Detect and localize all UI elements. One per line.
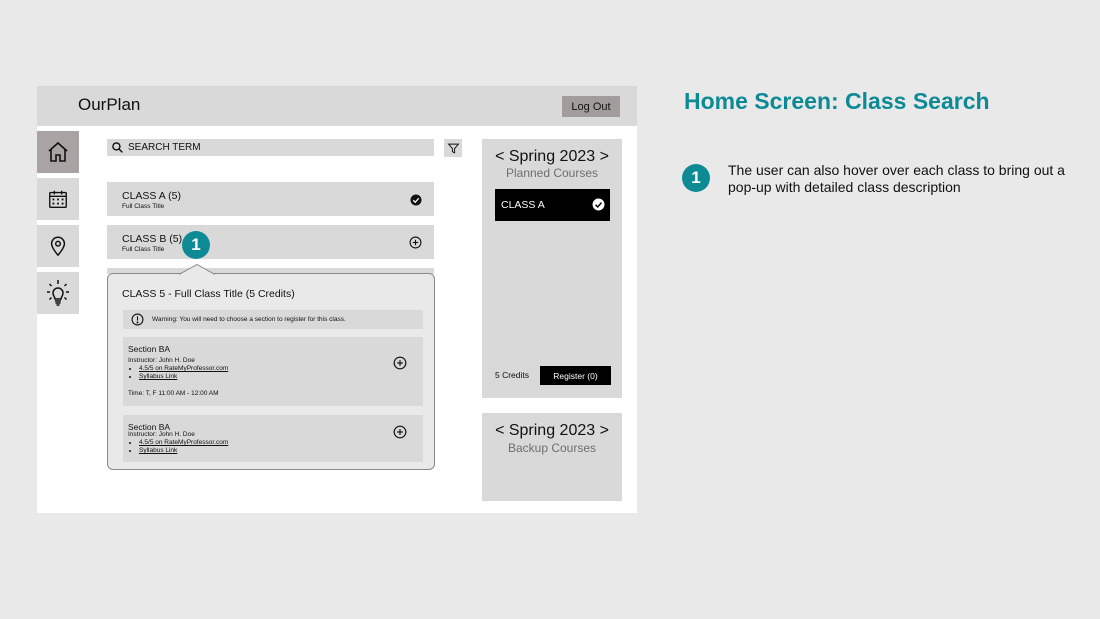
- app-window: OurPlan Log Out SEARCH TERM CLASS A (5) …: [37, 86, 637, 513]
- class-card-a[interactable]: CLASS A (5) Full Class Title: [107, 182, 434, 216]
- warning-text: Warning: You will need to choose a secti…: [152, 316, 346, 323]
- class-full-title: Full Class Title: [122, 203, 165, 210]
- calendar-icon: [49, 190, 67, 208]
- section-instructor: Instructor: John H. Doe: [128, 357, 195, 364]
- planned-courses-panel: < Spring 2023 > Planned Courses CLASS A …: [482, 139, 622, 398]
- section-instructor: Instructor: John H. Doe: [128, 431, 195, 438]
- top-bar: OurPlan Log Out: [37, 86, 637, 126]
- section-links: 4.5/5 on RateMyProfessor.com Syllabus Li…: [128, 439, 228, 455]
- credit-total: 5 Credits: [495, 370, 530, 380]
- sidebar-item-location[interactable]: [37, 225, 79, 267]
- lightbulb-icon: [47, 280, 69, 306]
- class-full-title: Full Class Title: [122, 246, 165, 253]
- register-button[interactable]: Register (0): [540, 366, 611, 385]
- search-input[interactable]: [128, 142, 418, 153]
- added-check-icon[interactable]: [410, 193, 422, 211]
- section-card[interactable]: Section BA Instructor: John H. Doe 4.5/5…: [123, 337, 423, 406]
- step-badge: 1: [682, 164, 710, 192]
- section-name: Section BA: [128, 344, 171, 354]
- syllabus-link[interactable]: Syllabus Link: [139, 447, 177, 454]
- filter-icon: [447, 143, 459, 154]
- backup-courses-panel: < Spring 2023 > Backup Courses: [482, 413, 622, 501]
- add-class-icon[interactable]: [409, 236, 422, 254]
- popup-pointer: [179, 264, 215, 275]
- app-logo: OurPlan: [78, 95, 141, 114]
- sidebar-item-ideas[interactable]: [37, 272, 79, 314]
- filter-button[interactable]: [444, 139, 462, 157]
- rating-link[interactable]: 4.5/5 on RateMyProfessor.com: [139, 439, 228, 446]
- class-name: CLASS A (5): [122, 190, 181, 202]
- annotation-heading: Home Screen: Class Search: [684, 88, 990, 114]
- class-card-b[interactable]: CLASS B (5) Full Class Title: [107, 225, 434, 259]
- location-pin-icon: [50, 236, 66, 257]
- add-section-icon[interactable]: [393, 356, 407, 375]
- section-card[interactable]: Section BA Instructor: John H. Doe 4.5/5…: [123, 415, 423, 462]
- syllabus-link[interactable]: Syllabus Link: [139, 373, 177, 380]
- sidebar-item-home[interactable]: [37, 131, 79, 173]
- planned-term-selector[interactable]: < Spring 2023 >: [482, 148, 622, 166]
- warning-banner: Warning: You will need to choose a secti…: [123, 310, 423, 329]
- home-icon: [48, 141, 68, 162]
- class-detail-popup: CLASS 5 - Full Class Title (5 Credits) W…: [107, 273, 435, 470]
- search-icon: [112, 142, 123, 153]
- backup-courses-label: Backup Courses: [507, 441, 597, 455]
- planned-class-name: CLASS A: [501, 199, 545, 211]
- section-time: Time: T, F 11:00 AM - 12:00 AM: [128, 390, 219, 397]
- backup-term-selector[interactable]: < Spring 2023 >: [482, 422, 622, 440]
- logout-button[interactable]: Log Out: [562, 96, 620, 117]
- warning-icon: [131, 313, 144, 326]
- popup-title: CLASS 5 - Full Class Title (5 Credits): [122, 288, 295, 300]
- planned-class-item[interactable]: CLASS A: [495, 189, 610, 221]
- rating-link[interactable]: 4.5/5 on RateMyProfessor.com: [139, 365, 228, 372]
- annotation-description: The user can also hover over each class …: [728, 162, 1065, 195]
- add-section-icon[interactable]: [393, 425, 407, 444]
- class-name: CLASS B (5): [122, 233, 183, 245]
- sidebar-item-calendar[interactable]: [37, 178, 79, 220]
- planned-courses-label: Planned Courses: [505, 166, 599, 180]
- step-badge-overlay: 1: [182, 231, 210, 259]
- check-icon: [592, 198, 605, 211]
- section-links: 4.5/5 on RateMyProfessor.com Syllabus Li…: [128, 365, 228, 381]
- search-bar: [107, 139, 434, 156]
